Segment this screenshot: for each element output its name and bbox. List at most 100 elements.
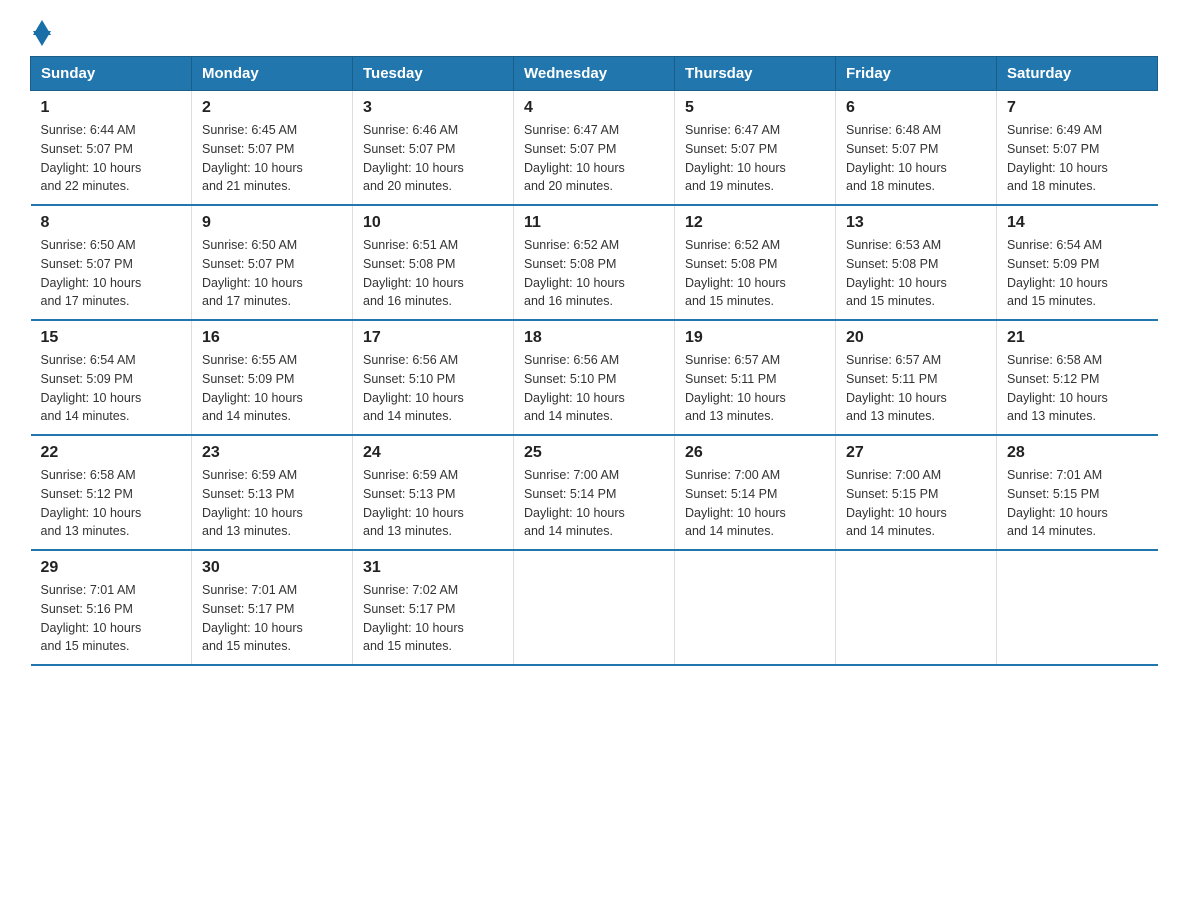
day-number: 20	[846, 329, 986, 347]
calendar-cell: 5Sunrise: 6:47 AMSunset: 5:07 PMDaylight…	[675, 91, 836, 206]
day-number: 8	[41, 214, 182, 232]
day-info: Sunrise: 6:57 AMSunset: 5:11 PMDaylight:…	[846, 351, 986, 426]
day-info: Sunrise: 7:01 AMSunset: 5:16 PMDaylight:…	[41, 581, 182, 656]
day-info: Sunrise: 7:01 AMSunset: 5:17 PMDaylight:…	[202, 581, 342, 656]
day-info: Sunrise: 6:56 AMSunset: 5:10 PMDaylight:…	[363, 351, 503, 426]
calendar-cell	[514, 550, 675, 665]
day-number: 22	[41, 444, 182, 462]
day-number: 12	[685, 214, 825, 232]
day-info: Sunrise: 6:59 AMSunset: 5:13 PMDaylight:…	[363, 466, 503, 541]
day-number: 5	[685, 99, 825, 117]
day-number: 16	[202, 329, 342, 347]
calendar-cell: 18 Sunrise: 6:56 AMSunset: 5:10 PMDayligh…	[514, 320, 675, 435]
day-info: Sunrise: 6:58 AMSunset: 5:12 PMDaylight:…	[41, 466, 182, 541]
calendar-cell: 7Sunrise: 6:49 AMSunset: 5:07 PMDaylight…	[997, 91, 1158, 206]
day-info: Sunrise: 6:54 AMSunset: 5:09 PMDaylight:…	[1007, 236, 1148, 311]
calendar-cell: 31 Sunrise: 7:02 AMSunset: 5:17 PMDayligh…	[353, 550, 514, 665]
calendar-cell: 28Sunrise: 7:01 AMSunset: 5:15 PMDayligh…	[997, 435, 1158, 550]
day-number: 23	[202, 444, 342, 462]
calendar-cell: 15 Sunrise: 6:54 AMSunset: 5:09 PMDayligh…	[31, 320, 192, 435]
calendar-cell: 24 Sunrise: 6:59 AMSunset: 5:13 PMDayligh…	[353, 435, 514, 550]
calendar-cell: 16 Sunrise: 6:55 AMSunset: 5:09 PMDayligh…	[192, 320, 353, 435]
day-info: Sunrise: 6:57 AMSunset: 5:11 PMDaylight:…	[685, 351, 825, 426]
calendar-cell: 19 Sunrise: 6:57 AMSunset: 5:11 PMDayligh…	[675, 320, 836, 435]
header-friday: Friday	[836, 57, 997, 91]
header-monday: Monday	[192, 57, 353, 91]
day-number: 30	[202, 559, 342, 577]
day-number: 24	[363, 444, 503, 462]
calendar-cell: 21 Sunrise: 6:58 AMSunset: 5:12 PMDayligh…	[997, 320, 1158, 435]
day-info: Sunrise: 6:48 AMSunset: 5:07 PMDaylight:…	[846, 121, 986, 196]
day-info: Sunrise: 6:50 AMSunset: 5:07 PMDaylight:…	[202, 236, 342, 311]
day-info: Sunrise: 6:45 AMSunset: 5:07 PMDaylight:…	[202, 121, 342, 196]
calendar-cell: 14 Sunrise: 6:54 AMSunset: 5:09 PMDayligh…	[997, 205, 1158, 320]
week-row: 8 Sunrise: 6:50 AMSunset: 5:07 PMDaylight…	[31, 205, 1158, 320]
day-info: Sunrise: 6:49 AMSunset: 5:07 PMDaylight:…	[1007, 121, 1148, 196]
calendar-cell: 17 Sunrise: 6:56 AMSunset: 5:10 PMDayligh…	[353, 320, 514, 435]
header-saturday: Saturday	[997, 57, 1158, 91]
day-number: 9	[202, 214, 342, 232]
day-number: 25	[524, 444, 664, 462]
day-number: 1	[41, 99, 182, 117]
logo	[30, 20, 51, 46]
calendar-body: 1Sunrise: 6:44 AMSunset: 5:07 PMDaylight…	[31, 91, 1158, 666]
week-row: 22 Sunrise: 6:58 AMSunset: 5:12 PMDayligh…	[31, 435, 1158, 550]
day-info: Sunrise: 6:50 AMSunset: 5:07 PMDaylight:…	[41, 236, 182, 311]
calendar-cell: 23 Sunrise: 6:59 AMSunset: 5:13 PMDayligh…	[192, 435, 353, 550]
header-wednesday: Wednesday	[514, 57, 675, 91]
day-info: Sunrise: 6:52 AMSunset: 5:08 PMDaylight:…	[685, 236, 825, 311]
day-number: 14	[1007, 214, 1148, 232]
header-sunday: Sunday	[31, 57, 192, 91]
calendar-cell	[836, 550, 997, 665]
calendar-cell: 8 Sunrise: 6:50 AMSunset: 5:07 PMDaylight…	[31, 205, 192, 320]
day-number: 31	[363, 559, 503, 577]
day-info: Sunrise: 6:54 AMSunset: 5:09 PMDaylight:…	[41, 351, 182, 426]
day-info: Sunrise: 7:02 AMSunset: 5:17 PMDaylight:…	[363, 581, 503, 656]
calendar-cell: 25 Sunrise: 7:00 AMSunset: 5:14 PMDayligh…	[514, 435, 675, 550]
calendar-cell	[675, 550, 836, 665]
day-info: Sunrise: 7:00 AMSunset: 5:14 PMDaylight:…	[524, 466, 664, 541]
header-tuesday: Tuesday	[353, 57, 514, 91]
calendar-cell: 30 Sunrise: 7:01 AMSunset: 5:17 PMDayligh…	[192, 550, 353, 665]
calendar-cell: 26 Sunrise: 7:00 AMSunset: 5:14 PMDayligh…	[675, 435, 836, 550]
day-number: 11	[524, 214, 664, 232]
day-info: Sunrise: 6:59 AMSunset: 5:13 PMDaylight:…	[202, 466, 342, 541]
day-info: Sunrise: 6:52 AMSunset: 5:08 PMDaylight:…	[524, 236, 664, 311]
calendar-cell	[997, 550, 1158, 665]
calendar-cell: 11 Sunrise: 6:52 AMSunset: 5:08 PMDayligh…	[514, 205, 675, 320]
header-row: SundayMondayTuesdayWednesdayThursdayFrid…	[31, 57, 1158, 91]
day-info: Sunrise: 6:56 AMSunset: 5:10 PMDaylight:…	[524, 351, 664, 426]
calendar-cell: 10Sunrise: 6:51 AMSunset: 5:08 PMDayligh…	[353, 205, 514, 320]
day-number: 17	[363, 329, 503, 347]
day-number: 3	[363, 99, 503, 117]
day-number: 21	[1007, 329, 1148, 347]
logo-icon	[33, 20, 51, 46]
calendar-cell: 13Sunrise: 6:53 AMSunset: 5:08 PMDayligh…	[836, 205, 997, 320]
day-number: 6	[846, 99, 986, 117]
day-info: Sunrise: 6:55 AMSunset: 5:09 PMDaylight:…	[202, 351, 342, 426]
calendar-cell: 12 Sunrise: 6:52 AMSunset: 5:08 PMDayligh…	[675, 205, 836, 320]
calendar-cell: 9 Sunrise: 6:50 AMSunset: 5:07 PMDaylight…	[192, 205, 353, 320]
day-number: 15	[41, 329, 182, 347]
day-info: Sunrise: 7:00 AMSunset: 5:15 PMDaylight:…	[846, 466, 986, 541]
day-info: Sunrise: 6:58 AMSunset: 5:12 PMDaylight:…	[1007, 351, 1148, 426]
day-number: 4	[524, 99, 664, 117]
day-number: 28	[1007, 444, 1148, 462]
day-number: 19	[685, 329, 825, 347]
day-number: 27	[846, 444, 986, 462]
calendar-cell: 2Sunrise: 6:45 AMSunset: 5:07 PMDaylight…	[192, 91, 353, 206]
calendar-cell: 22 Sunrise: 6:58 AMSunset: 5:12 PMDayligh…	[31, 435, 192, 550]
day-info: Sunrise: 6:46 AMSunset: 5:07 PMDaylight:…	[363, 121, 503, 196]
day-info: Sunrise: 7:00 AMSunset: 5:14 PMDaylight:…	[685, 466, 825, 541]
week-row: 29Sunrise: 7:01 AMSunset: 5:16 PMDayligh…	[31, 550, 1158, 665]
week-row: 15 Sunrise: 6:54 AMSunset: 5:09 PMDayligh…	[31, 320, 1158, 435]
day-number: 26	[685, 444, 825, 462]
calendar-cell: 27 Sunrise: 7:00 AMSunset: 5:15 PMDayligh…	[836, 435, 997, 550]
calendar-cell: 29Sunrise: 7:01 AMSunset: 5:16 PMDayligh…	[31, 550, 192, 665]
week-row: 1Sunrise: 6:44 AMSunset: 5:07 PMDaylight…	[31, 91, 1158, 206]
calendar-cell: 1Sunrise: 6:44 AMSunset: 5:07 PMDaylight…	[31, 91, 192, 206]
calendar-cell: 4Sunrise: 6:47 AMSunset: 5:07 PMDaylight…	[514, 91, 675, 206]
day-number: 18	[524, 329, 664, 347]
calendar-cell: 6 Sunrise: 6:48 AMSunset: 5:07 PMDaylight…	[836, 91, 997, 206]
page-header	[30, 20, 1158, 46]
